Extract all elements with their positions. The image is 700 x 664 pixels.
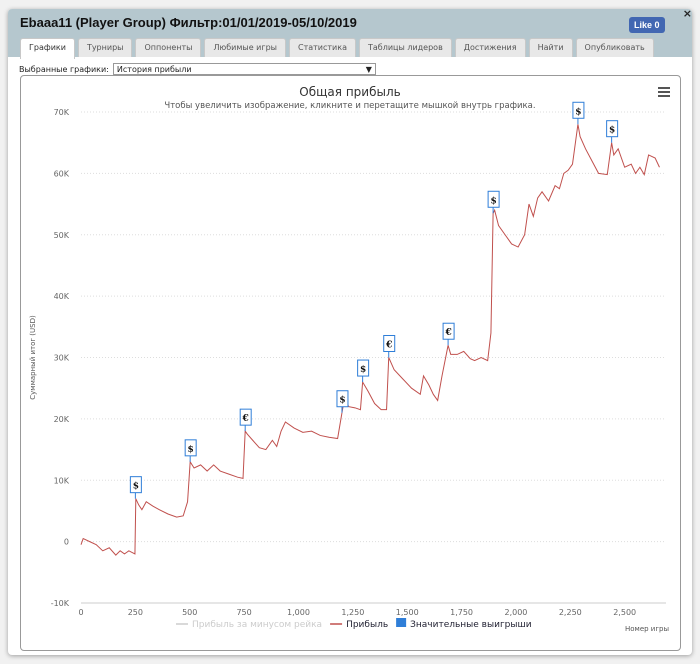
tab-6[interactable]: Достижения xyxy=(454,38,526,57)
chart-container[interactable]: Общая прибыль Чтобы увеличить изображение… xyxy=(20,75,681,651)
flag-label: € xyxy=(242,414,249,424)
flag-label: $ xyxy=(575,107,581,117)
y-tick-label: 40K xyxy=(54,292,70,301)
y-tick-label: -10K xyxy=(51,599,70,608)
x-axis-label: Номер игры xyxy=(625,625,669,633)
y-tick-label: 50K xyxy=(54,231,70,240)
flag-label: € xyxy=(385,341,392,351)
flag-label: $ xyxy=(339,396,345,406)
dialog-title: Ebaaa11 (Player Group) Фильтр:01/01/2019… xyxy=(20,15,357,30)
tab-3[interactable]: Любимые игры xyxy=(204,38,286,57)
flag-label: $ xyxy=(133,482,139,492)
facebook-like-button[interactable]: Like 0 xyxy=(629,17,665,33)
close-icon[interactable]: × xyxy=(683,7,692,20)
tab-bar: Графики Турниры Оппоненты Любимые игры Стати… xyxy=(20,38,654,59)
y-tick-label: 0 xyxy=(64,538,69,547)
x-tick-label: 1,750 xyxy=(450,608,473,617)
x-tick-label: 1,000 xyxy=(287,608,310,617)
y-tick-label: 70K xyxy=(54,108,70,117)
tab-8[interactable]: Опубликовать xyxy=(575,38,654,57)
flag-label: € xyxy=(444,328,451,338)
flag-label: $ xyxy=(609,126,615,136)
x-tick-label: 1,500 xyxy=(396,608,419,617)
tab-1[interactable]: Турниры xyxy=(77,38,133,57)
y-tick-label: 60K xyxy=(54,169,70,178)
tab-2[interactable]: Оппоненты xyxy=(135,38,202,57)
profit-series-line xyxy=(80,124,660,556)
x-tick-label: 500 xyxy=(182,608,197,617)
y-tick-label: 30K xyxy=(54,354,70,363)
x-tick-label: 0 xyxy=(78,608,83,617)
profit-chart[interactable]: Общая прибыль Чтобы увеличить изображение… xyxy=(21,76,680,650)
chart-title: Общая прибыль xyxy=(299,85,400,99)
y-tick-label: 10K xyxy=(54,476,70,485)
hamburger-icon[interactable] xyxy=(658,87,670,97)
tab-4[interactable]: Статистика xyxy=(288,38,356,57)
chart-subtitle: Чтобы увеличить изображение, кликните и … xyxy=(164,101,535,111)
flag-label: $ xyxy=(490,196,496,206)
x-tick-label: 1,250 xyxy=(341,608,364,617)
x-tick-label: 750 xyxy=(236,608,251,617)
tab-7[interactable]: Найти xyxy=(528,38,573,57)
tab-5[interactable]: Таблицы лидеров xyxy=(358,38,452,57)
legend-label: Прибыль xyxy=(346,620,388,630)
dialog-header: Ebaaa11 (Player Group) Фильтр:01/01/2019… xyxy=(8,7,692,59)
flag-label: $ xyxy=(188,445,194,455)
x-tick-label: 2,250 xyxy=(559,608,582,617)
x-tick-label: 2,000 xyxy=(504,608,527,617)
x-tick-label: 250 xyxy=(128,608,143,617)
y-tick-label: 20K xyxy=(54,415,70,424)
chart-selector-label: Выбранные графики: xyxy=(19,64,109,74)
legend-square-icon xyxy=(396,618,407,627)
chevron-down-icon: ▼ xyxy=(365,64,372,74)
chart-selector-row: Выбранные графики: История прибыли ▼ xyxy=(19,63,376,75)
x-tick-label: 2,500 xyxy=(613,608,636,617)
flag-label: $ xyxy=(360,365,366,375)
tab-0[interactable]: Графики xyxy=(20,38,75,59)
legend-label: Значительные выигрыши xyxy=(410,620,532,630)
chart-selector-value: История прибыли xyxy=(116,64,192,74)
chart-selector-dropdown[interactable]: История прибыли ▼ xyxy=(112,63,376,75)
y-axis-label: Суммарный итог (USD) xyxy=(29,315,37,400)
legend-label: Прибыль за минусом рейка xyxy=(192,620,322,630)
